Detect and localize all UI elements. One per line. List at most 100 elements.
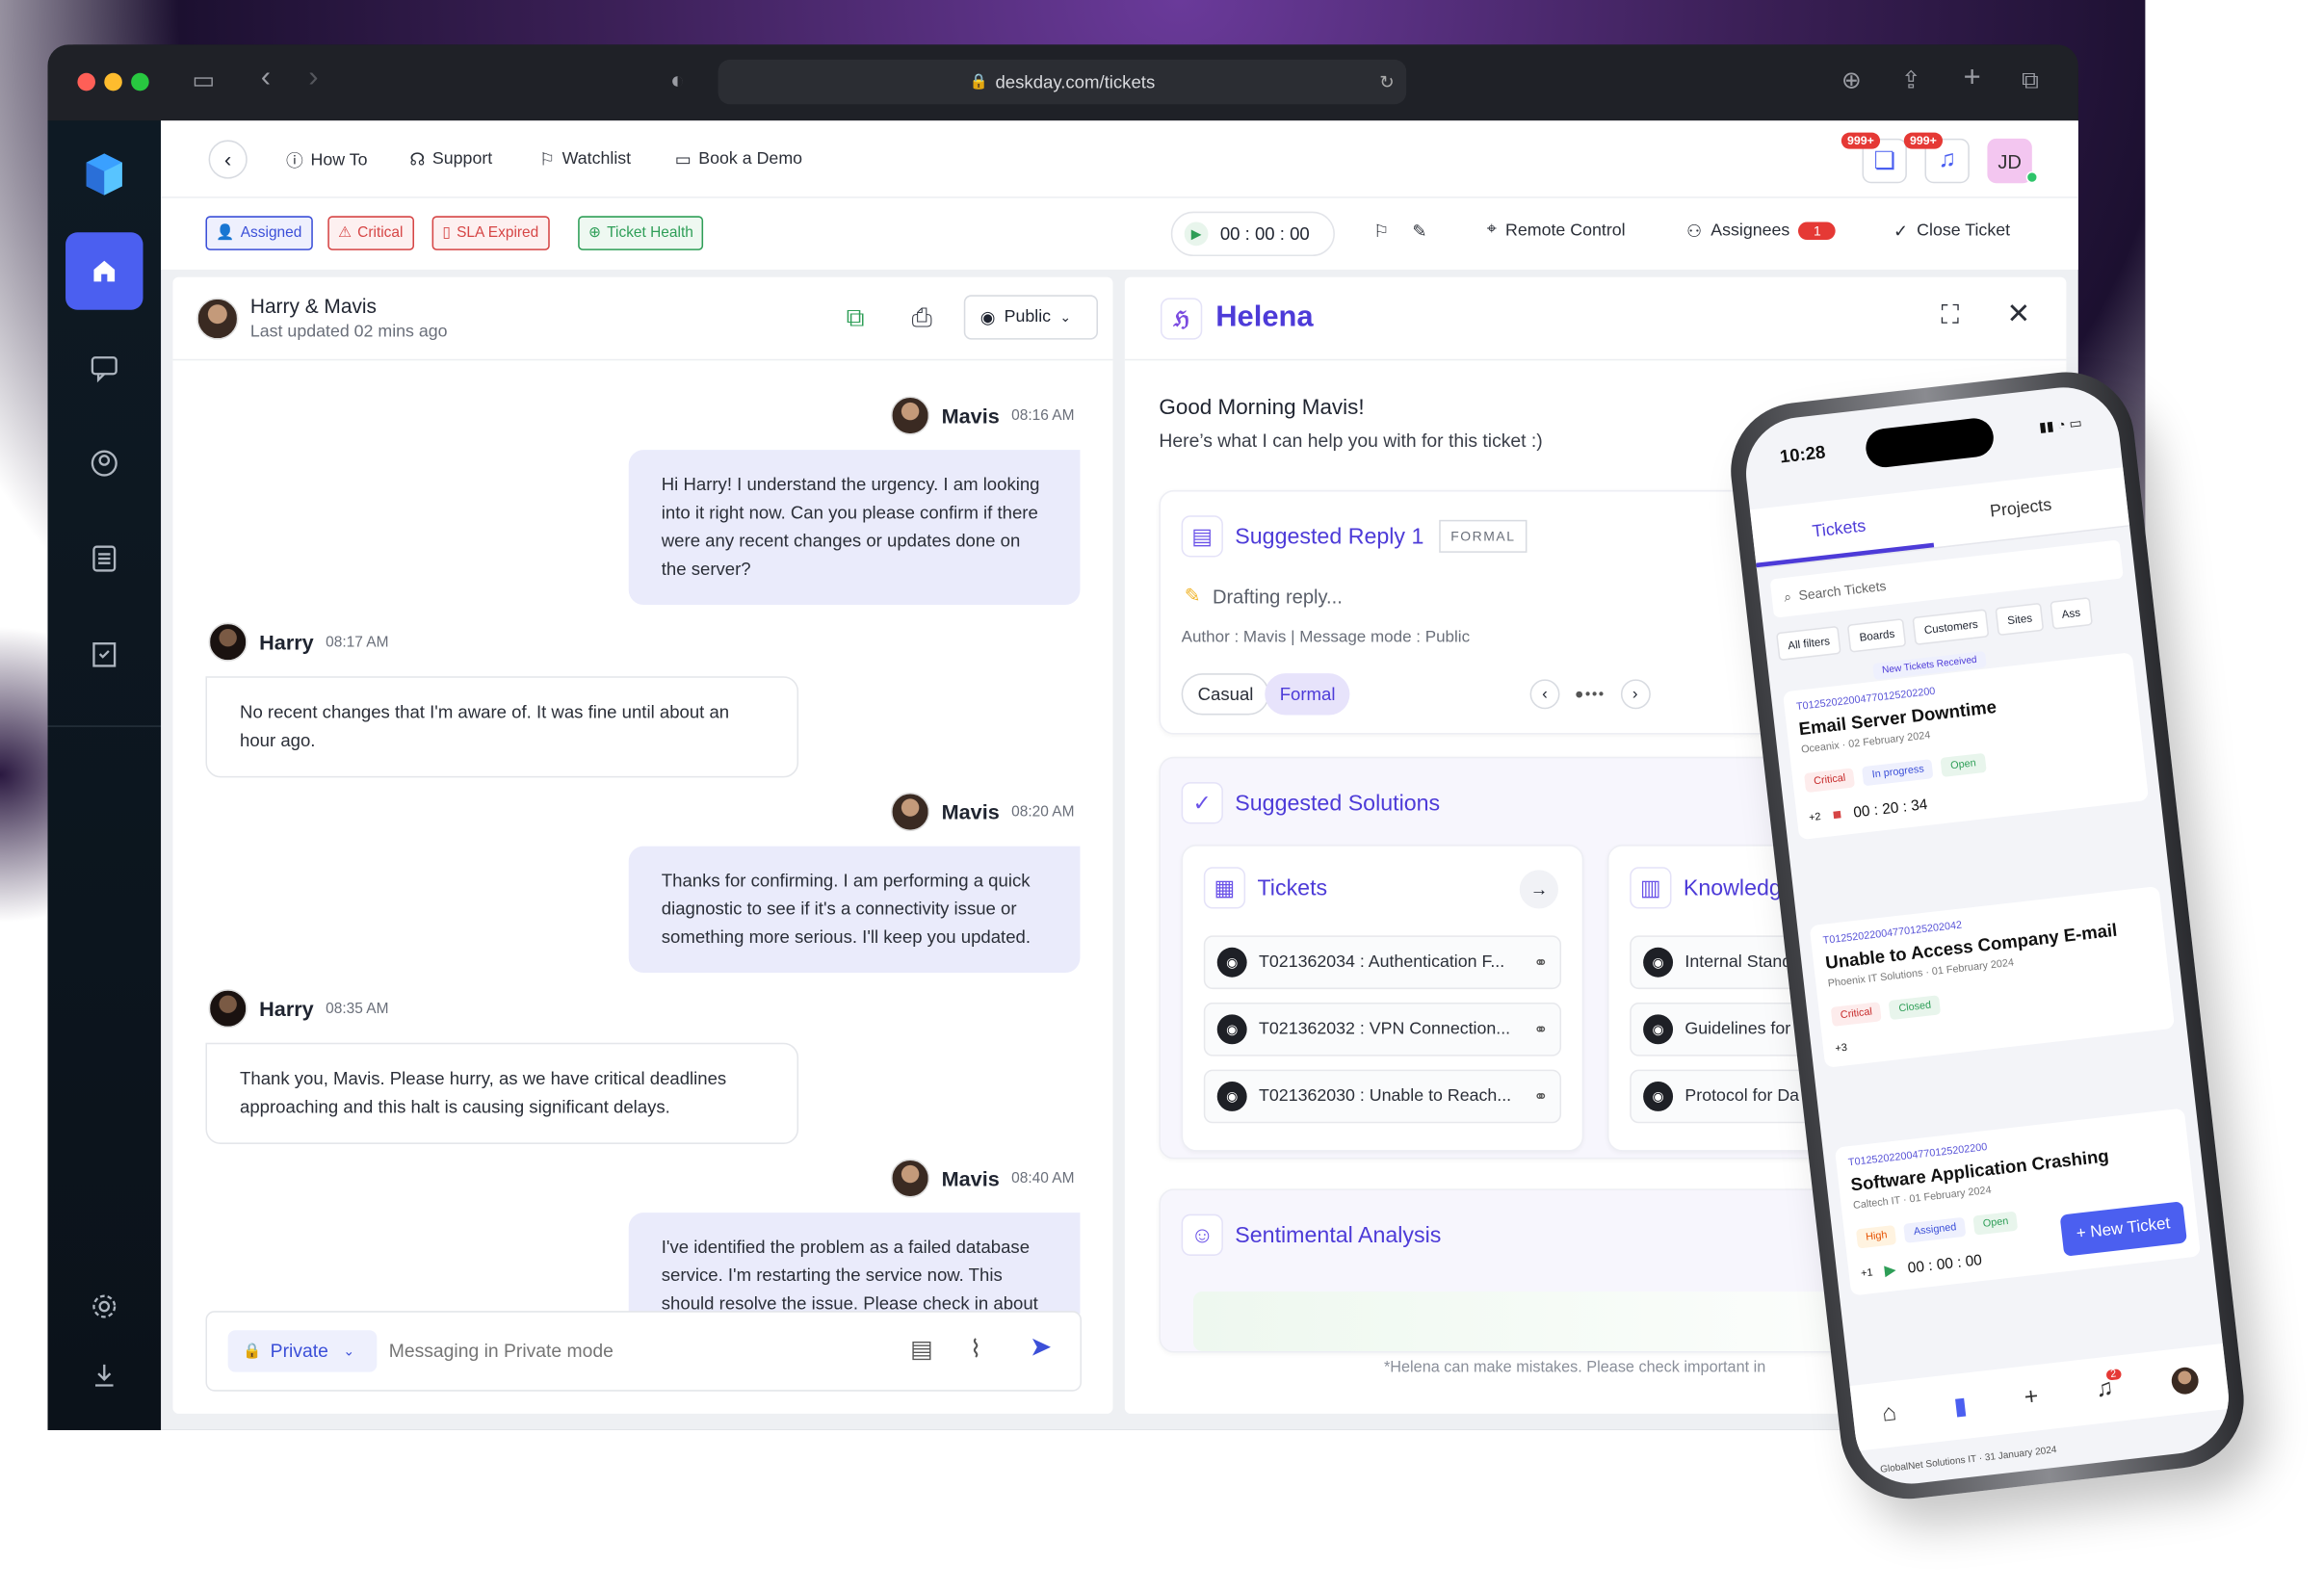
sidebar-item-home[interactable]	[65, 232, 144, 310]
list-icon	[92, 545, 117, 572]
message-input[interactable]	[388, 1330, 881, 1372]
play-icon[interactable]: ▶	[1884, 1263, 1897, 1280]
related-ticket-item[interactable]: ◉ T021362034 : Authentication F... ⚭	[1203, 935, 1562, 990]
back-button[interactable]: ‹	[208, 140, 248, 179]
link-icon[interactable]: ⚭	[1533, 1019, 1548, 1040]
close-ticket-button[interactable]: ✓ Close Ticket	[1893, 221, 2010, 241]
tag-sla-expired[interactable]: ▯ SLA Expired	[431, 216, 550, 250]
sidebar-item-settings[interactable]	[65, 1267, 143, 1344]
time-tracker[interactable]: ▶ 00 : 00 : 00	[1170, 211, 1335, 257]
tag-assigned[interactable]: 👤 Assigned	[205, 216, 313, 250]
home-icon[interactable]: ⌂	[1881, 1400, 1898, 1428]
address-bar[interactable]: 🔒 deskday.com/tickets ↻	[718, 59, 1407, 105]
book-demo-link[interactable]: ▭ Book a Demo	[675, 149, 802, 170]
phone-ticket-card[interactable]: T01252022004770125202042 Unable to Acces…	[1809, 885, 2176, 1068]
group-avatar	[196, 298, 239, 340]
phone-ticket-timer: 00 : 00 : 00	[1907, 1252, 1983, 1278]
arrow-right-icon[interactable]: →	[1519, 870, 1558, 909]
expand-icon[interactable]: ⛶	[1941, 300, 1958, 330]
sidebar-item-tickets[interactable]	[65, 520, 143, 597]
sidebar-item-tasks[interactable]	[65, 615, 143, 692]
filter-chip[interactable]: All filters	[1775, 625, 1842, 662]
tabs-overview-icon[interactable]: ⧉	[2022, 68, 2039, 95]
tag-ticket-health[interactable]: ⊕ Ticket Health	[578, 216, 704, 250]
conversation-icon[interactable]: ⧉	[847, 304, 865, 334]
assignees-button[interactable]: ⚇ Assignees 1	[1686, 221, 1837, 242]
helena-intro: Here’s what I can help you with for this…	[1159, 430, 1543, 452]
visibility-value: Public	[1004, 308, 1052, 326]
support-link[interactable]: ☊ Support	[409, 149, 492, 170]
visibility-select[interactable]: ◉ Public ⌄	[963, 295, 1098, 340]
drafting-status: ✎ Drafting reply...	[1185, 584, 1343, 608]
message-mode-select[interactable]: 🔒 Private ⌄	[227, 1330, 378, 1372]
send-icon[interactable]: ➤	[1030, 1332, 1052, 1363]
link-icon[interactable]: ⚭	[1533, 1086, 1548, 1108]
mavis-avatar	[890, 396, 930, 435]
phone-ticket-date: 01 February 2024	[1931, 957, 2015, 978]
close-icon[interactable]: ✕	[2007, 298, 2031, 332]
bookmark-icon: ⚐	[538, 151, 555, 170]
play-icon[interactable]: ▶	[1184, 222, 1209, 247]
reply-meta: Author : Mavis | Message mode : Public	[1181, 628, 1471, 647]
related-ticket-item[interactable]: ◉ T021362030 : Unable to Reach... ⚭	[1203, 1069, 1562, 1124]
stop-icon[interactable]: ■	[1832, 807, 1842, 824]
sidebar-item-users[interactable]	[65, 425, 143, 502]
remote-control-button[interactable]: ⌖ Remote Control	[1487, 221, 1626, 240]
dynamic-island	[1864, 416, 1996, 470]
status-chip: Assigned	[1903, 1216, 1967, 1243]
related-tickets-card: ▦ Tickets → ◉ T021362034 : Authentication…	[1181, 845, 1584, 1152]
filter-chip[interactable]: Customers	[1912, 609, 1991, 646]
share-icon[interactable]: ⇪	[1901, 68, 1921, 95]
new-tab-icon[interactable]: +	[1964, 63, 1981, 92]
back-icon[interactable]: ‹	[261, 63, 271, 92]
attachment-icon[interactable]: ⌇	[970, 1335, 981, 1365]
sidebar-item-chat[interactable]	[65, 329, 143, 406]
ticket-icon: ◉	[1216, 1081, 1247, 1111]
document-icon: ▯	[442, 224, 451, 242]
message-bubble: Thank you, Mavis. Please hurry, as we ha…	[205, 1042, 799, 1144]
filter-chip[interactable]: Sites	[1995, 602, 2045, 637]
bookmark-ticket-icon[interactable]: ⚐	[1373, 221, 1389, 242]
related-ticket-item[interactable]: ◉ T021362032 : VPN Connection... ⚭	[1203, 1002, 1562, 1056]
tag-critical[interactable]: ⚠ Critical	[327, 216, 414, 250]
online-status-dot	[2025, 170, 2039, 184]
sidebar-item-download[interactable]	[65, 1336, 143, 1413]
maximize-window-button[interactable]	[131, 72, 149, 91]
phone-tab-tickets[interactable]: Tickets	[1812, 518, 1867, 542]
how-to-link[interactable]: ⓘ How To	[286, 149, 368, 173]
notifications-nav-icon[interactable]: ♫ 2	[2094, 1369, 2122, 1404]
phone-ticket-card[interactable]: T01252022004770125202200 Email Server Do…	[1782, 652, 2150, 841]
tone-casual-button[interactable]: Casual	[1181, 673, 1270, 716]
phone-ticket-card[interactable]: T01252022004770125202200 Software Applic…	[1834, 1108, 2202, 1296]
filter-chip[interactable]: Ass	[2050, 596, 2093, 630]
sidebar-toggle-icon[interactable]: ▭	[193, 68, 215, 95]
watchlist-link[interactable]: ⚐ Watchlist	[539, 149, 631, 170]
sidebar-divider	[47, 725, 162, 727]
priority-chip: Critical	[1804, 768, 1856, 794]
minimize-window-button[interactable]	[104, 72, 122, 91]
template-icon[interactable]: ▤	[910, 1335, 932, 1365]
pager-dots: ●•••	[1574, 686, 1606, 703]
close-window-button[interactable]	[77, 72, 95, 91]
chat-badge: 999+	[1841, 132, 1881, 149]
tone-formal-button[interactable]: Formal	[1265, 673, 1350, 716]
print-icon[interactable]: ⎙	[912, 304, 932, 334]
shield-icon[interactable]: ◐	[670, 68, 685, 95]
forward-icon[interactable]: ›	[308, 63, 318, 92]
link-icon[interactable]: ⚭	[1533, 952, 1548, 973]
next-reply-button[interactable]: ›	[1620, 679, 1651, 710]
tag-sla-label: SLA Expired	[457, 224, 539, 242]
tickets-nav-icon[interactable]: ▮	[1952, 1391, 1969, 1421]
phone-tab-projects[interactable]: Projects	[1989, 497, 2052, 522]
add-icon[interactable]: +	[2023, 1384, 2040, 1412]
profile-avatar[interactable]	[2169, 1366, 2200, 1396]
phone-time: 10:28	[1778, 441, 1827, 468]
pin-icon[interactable]: ✎	[1412, 221, 1426, 242]
reload-icon[interactable]: ↻	[1379, 71, 1395, 92]
sender-name: Mavis	[941, 404, 1000, 428]
ticket-icon: ◉	[1216, 1014, 1247, 1045]
download-icon[interactable]: ⊕	[1841, 68, 1862, 95]
previous-reply-button[interactable]: ‹	[1529, 679, 1560, 710]
filter-chip[interactable]: Boards	[1847, 617, 1907, 653]
browser-chrome: ▭ ‹ › ◐ 🔒 deskday.com/tickets ↻ ⊕ ⇪ + ⧉	[47, 44, 2078, 121]
